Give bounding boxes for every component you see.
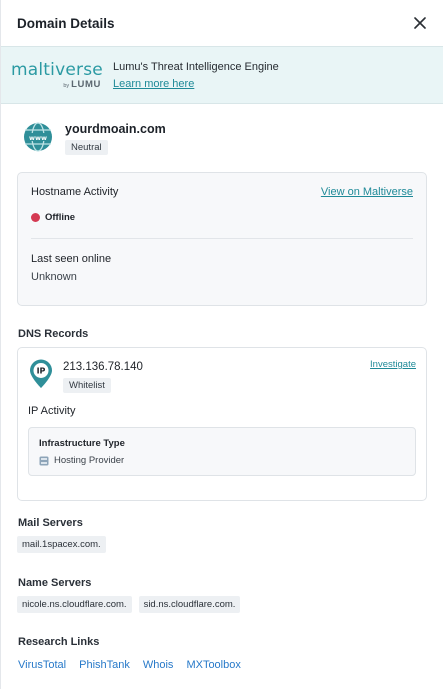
research-links-title: Research Links <box>18 636 100 648</box>
infrastructure-box: Infrastructure Type Hosting Provider <box>28 427 416 476</box>
status-dot-icon <box>31 213 40 222</box>
domain-reputation-badge: Neutral <box>65 140 108 155</box>
pin-label: IP <box>37 367 46 376</box>
last-seen-value: Unknown <box>31 271 77 283</box>
close-button[interactable] <box>411 14 429 32</box>
logo-brand: LUMU <box>71 78 101 90</box>
ip-activity-title: IP Activity <box>28 405 76 417</box>
infrastructure-title: Infrastructure Type <box>39 438 125 449</box>
status-text: Offline <box>45 212 76 223</box>
logo-by-lumu: by LUMU <box>63 79 101 90</box>
svg-text:www: www <box>29 134 47 142</box>
banner-text: Lumu's Threat Intelligence Engine Learn … <box>113 61 279 90</box>
investigate-link[interactable]: Investigate <box>370 359 416 370</box>
infrastructure-value: Hosting Provider <box>54 455 125 466</box>
server-icon <box>39 456 49 465</box>
panel-title: Domain Details <box>17 15 115 31</box>
logo-by: by <box>63 82 70 89</box>
banner-tagline: Lumu's Threat Intelligence Engine <box>113 60 279 73</box>
hostname-activity-card: Hostname Activity View on Maltiverse Off… <box>17 172 427 306</box>
maltiverse-banner: maltiverse by LUMU Lumu's Threat Intelli… <box>1 46 443 104</box>
domain-name: yourdmoain.com <box>65 122 166 136</box>
domain-details-panel: Domain Details maltiverse by LUMU Lumu's… <box>0 0 443 689</box>
divider <box>31 238 413 239</box>
research-links: VirusTotal PhishTank Whois MXToolbox <box>1 659 443 671</box>
mxtoolbox-link[interactable]: MXToolbox <box>186 659 240 671</box>
whois-link[interactable]: Whois <box>143 659 174 671</box>
hostname-status: Offline <box>31 212 413 223</box>
dns-record-card: IP 213.136.78.140 Whitelist Investigate … <box>17 347 427 501</box>
view-on-maltiverse-link[interactable]: View on Maltiverse <box>321 186 413 198</box>
panel-header: Domain Details <box>1 0 443 46</box>
ip-whitelist-badge: Whitelist <box>63 378 111 393</box>
virustotal-link[interactable]: VirusTotal <box>18 659 66 671</box>
name-server-chip: sid.ns.cloudflare.com. <box>138 596 241 613</box>
dns-records-title: DNS Records <box>18 328 89 340</box>
maltiverse-logo: maltiverse by LUMU <box>11 61 103 90</box>
ip-address: 213.136.78.140 <box>63 361 143 373</box>
name-server-list: nicole.ns.cloudflare.com. sid.ns.cloudfl… <box>1 596 443 613</box>
mail-servers-title: Mail Servers <box>18 517 83 529</box>
learn-more-link[interactable]: Learn more here <box>113 78 279 90</box>
hostname-activity-title: Hostname Activity <box>31 186 119 198</box>
close-icon <box>414 17 426 29</box>
mail-server-list: mail.1spacex.com. <box>1 536 443 553</box>
name-server-chip: nicole.ns.cloudflare.com. <box>17 596 132 613</box>
domain-summary: www yourdmoain.com Neutral <box>1 104 443 172</box>
phishtank-link[interactable]: PhishTank <box>79 659 130 671</box>
www-globe-icon: www <box>24 122 52 152</box>
mail-server-chip: mail.1spacex.com. <box>17 536 106 553</box>
name-servers-title: Name Servers <box>18 577 92 589</box>
last-seen-label: Last seen online <box>31 253 112 265</box>
logo-word: maltiverse <box>11 59 103 80</box>
ip-pin-icon: IP <box>30 359 52 388</box>
